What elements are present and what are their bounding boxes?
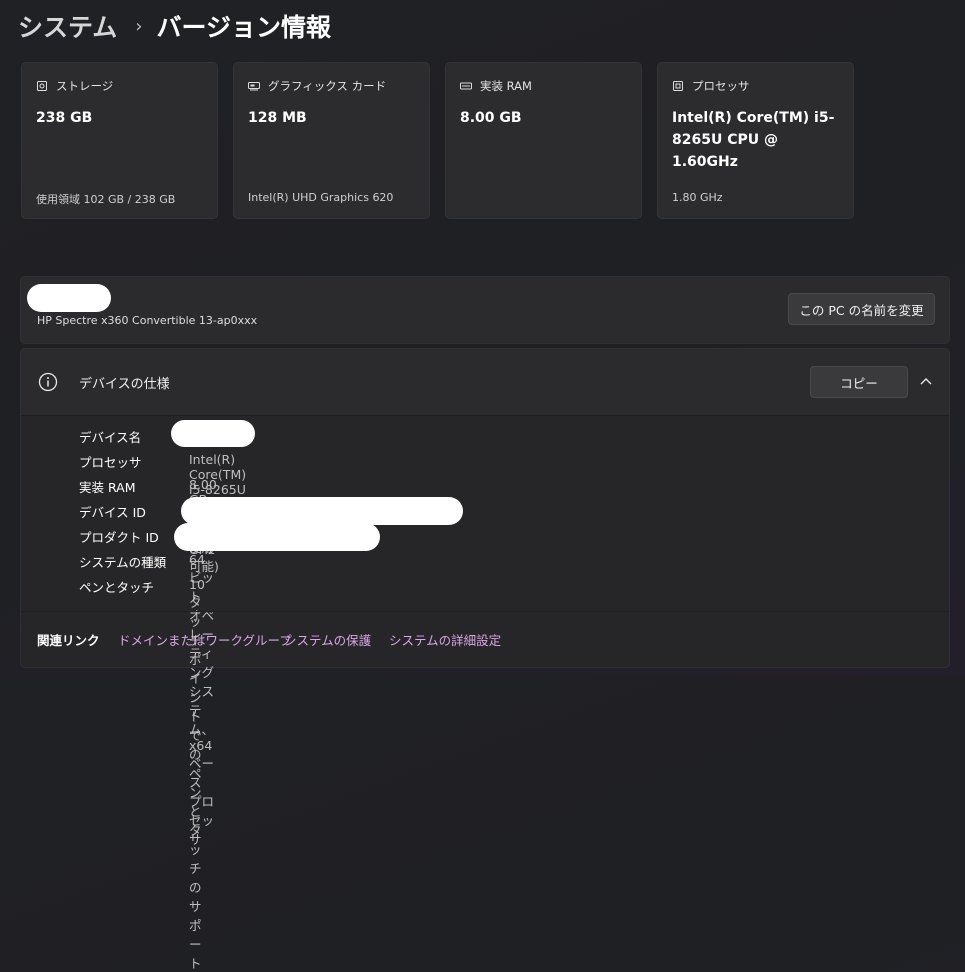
spec-label: プロセッサ <box>79 455 142 470</box>
spec-row-device-id: デバイス ID <box>79 502 146 522</box>
graphics-card-icon <box>248 82 260 91</box>
storage-label: ストレージ <box>56 79 114 93</box>
spec-row-pen-touch: ペンとタッチ 10 タッチ ポイントでのペンとタッチのサポート <box>79 577 205 971</box>
device-specifications-header[interactable]: デバイスの仕様 コピー <box>21 349 949 416</box>
spec-label: 実装 RAM <box>79 480 136 495</box>
graphics-value: 128 MB <box>248 110 307 126</box>
related-links: 関連リンク ドメインまたはワークグループ システムの保護 システムの詳細設定 <box>21 611 949 668</box>
spec-row-processor: プロセッサ Intel(R) Core(TM) i5-8265U CPU @ 1… <box>79 452 246 557</box>
processor-label: プロセッサ <box>692 79 750 93</box>
related-links-label: 関連リンク <box>37 633 100 648</box>
chevron-up-icon[interactable] <box>918 373 934 389</box>
link-advanced-system-settings[interactable]: システムの詳細設定 <box>389 630 501 649</box>
device-specifications-panel: デバイスの仕様 コピー デバイス名 プロセッサ Intel(R) Core(TM… <box>20 348 950 971</box>
redacted-product-id <box>174 523 380 551</box>
processor-icon <box>673 81 683 91</box>
spec-row-device-name: デバイス名 <box>79 427 141 447</box>
storage-icon <box>37 81 47 91</box>
storage-card[interactable]: ストレージ 238 GB 使用領域 102 GB / 238 GB <box>21 62 218 219</box>
storage-value: 238 GB <box>36 110 93 126</box>
spec-row-system-type: システムの種類 64 ビット オペレーティング システム、x64 ベース プロセ… <box>79 552 214 847</box>
pc-name-section: HP Spectre x360 Convertible 13-ap0xxx この… <box>20 276 950 344</box>
ram-card[interactable]: 実装 RAM 8.00 GB <box>445 62 642 219</box>
redacted-pc-name <box>27 284 111 312</box>
storage-sub: 使用領域 102 GB / 238 GB <box>36 193 176 206</box>
spec-row-ram: 実装 RAM 8.00 GB (7.74 GB 使用可能) <box>79 477 222 574</box>
info-icon <box>38 372 58 392</box>
copy-button[interactable]: コピー <box>810 366 908 398</box>
spec-label: デバイス ID <box>79 505 146 520</box>
spec-label: プロダクト ID <box>79 530 159 545</box>
redacted-device-id <box>181 497 463 525</box>
spec-row-product-id: プロダクト ID <box>79 527 159 547</box>
processor-sub: 1.80 GHz <box>672 191 723 204</box>
link-system-protection[interactable]: システムの保護 <box>284 630 371 649</box>
page-title: バージョン情報 <box>156 13 331 42</box>
processor-card[interactable]: プロセッサ Intel(R) Core(TM) i5-8265U CPU @ 1… <box>657 62 854 219</box>
redacted-device-name <box>171 420 255 447</box>
breadcrumb-parent-system[interactable]: システム <box>18 8 117 44</box>
rename-pc-button[interactable]: この PC の名前を変更 <box>788 293 935 325</box>
breadcrumb-separator: › <box>135 15 143 37</box>
device-specifications-title: デバイスの仕様 <box>79 377 170 392</box>
spec-label: ペンとタッチ <box>79 580 155 595</box>
processor-value: Intel(R) Core(TM) i5-8265U CPU @ 1.60GHz <box>672 110 835 170</box>
pc-model: HP Spectre x360 Convertible 13-ap0xxx <box>37 314 258 327</box>
graphics-label: グラフィックス カード <box>268 79 387 93</box>
spec-label: システムの種類 <box>79 555 167 570</box>
graphics-card[interactable]: グラフィックス カード 128 MB Intel(R) UHD Graphics… <box>233 62 430 219</box>
ram-icon <box>460 82 472 90</box>
ram-value: 8.00 GB <box>460 110 522 126</box>
spec-label: デバイス名 <box>79 430 142 445</box>
graphics-sub: Intel(R) UHD Graphics 620 <box>248 191 394 204</box>
ram-label: 実装 RAM <box>480 79 532 93</box>
breadcrumb: システム › バージョン情報 <box>18 6 331 46</box>
link-domain-workgroup[interactable]: ドメインまたはワークグループ <box>118 630 292 649</box>
